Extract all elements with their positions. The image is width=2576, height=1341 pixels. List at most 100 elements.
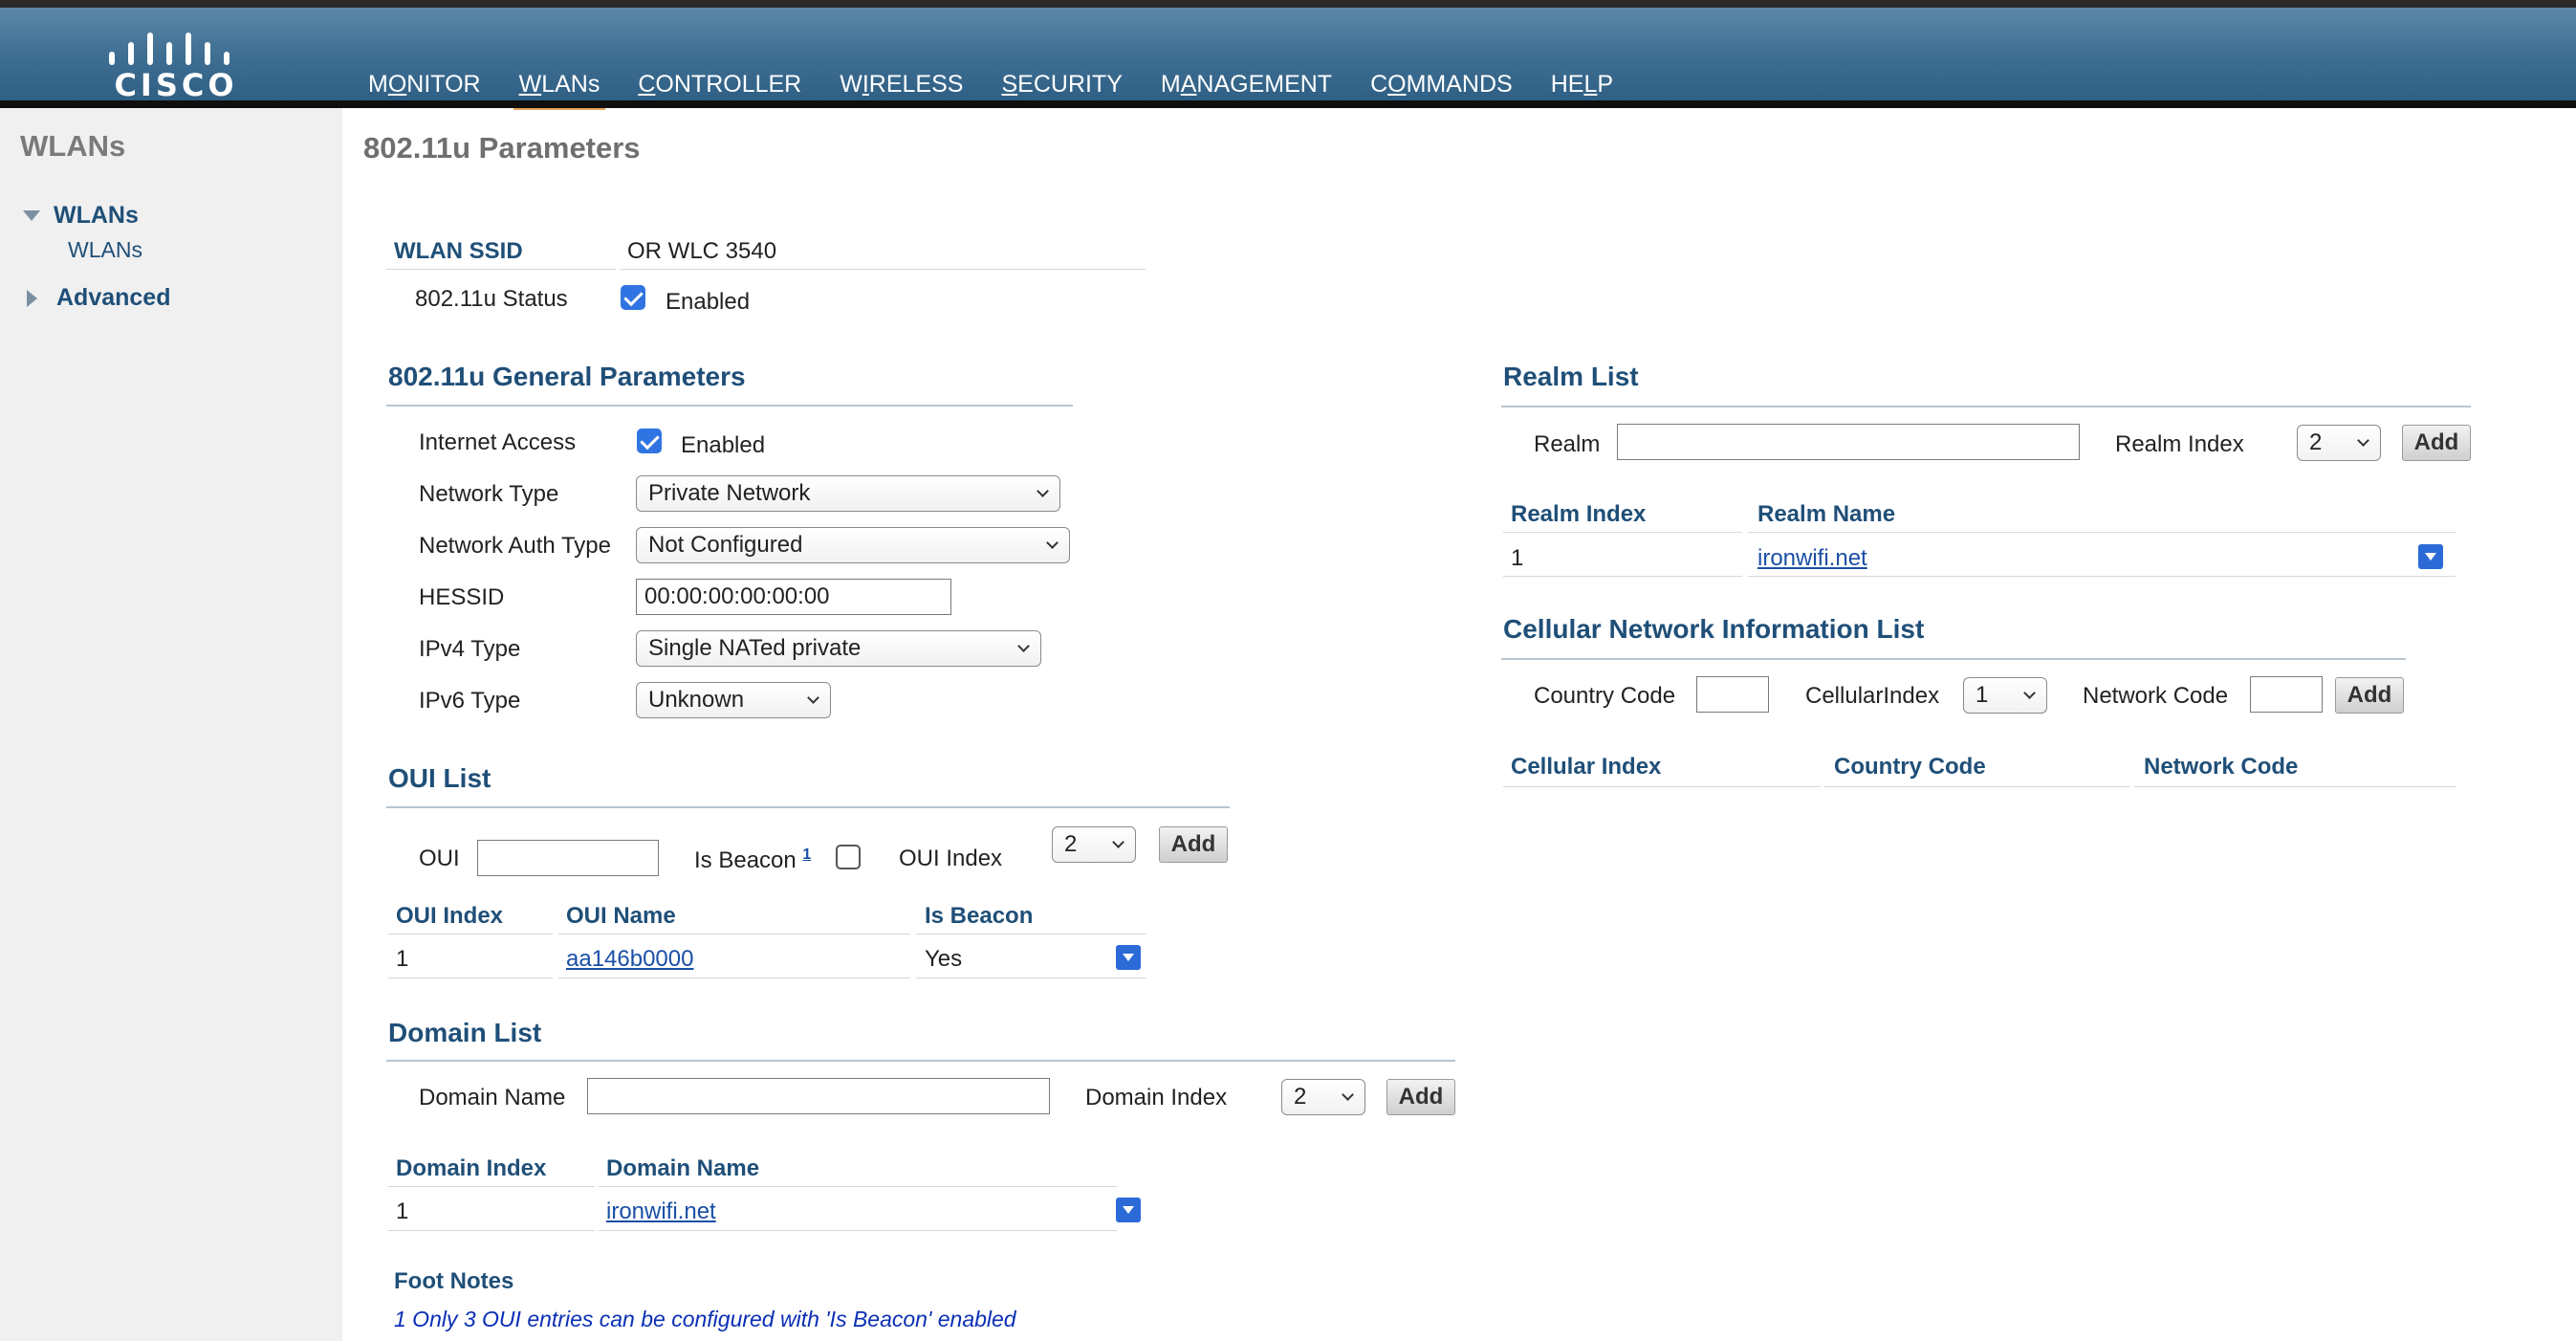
sidebar-group-advanced-label: Advanced [56,284,171,311]
row-dropdown-icon[interactable] [1116,1198,1141,1222]
ipv4-type-label: IPv4 Type [419,636,521,662]
realm-index-value: 2 [2309,429,2323,455]
realm-add-button[interactable]: Add [2402,425,2471,461]
top-strip [0,0,2576,8]
oui-add-button[interactable]: Add [1159,826,1228,863]
domain-header-rule-1 [388,1186,595,1187]
domain-header-rule-2 [599,1186,1117,1187]
chevron-down-icon [1037,485,1049,497]
status-checkbox[interactable] [621,285,645,310]
domain-add-button[interactable]: Add [1386,1079,1455,1115]
realm-row-rule-1 [1503,576,1742,577]
country-code-label: Country Code [1534,683,1676,709]
chevron-down-icon [1342,1088,1354,1101]
oui-index-select[interactable]: 2 [1052,826,1136,863]
chevron-down-icon [1112,836,1124,848]
oui-section-title: OUI List [388,763,491,793]
nav-commands[interactable]: COMMANDS [1351,65,1532,103]
realm-col-name: Realm Name [1757,501,1896,527]
realm-section-title: Realm List [1503,362,1639,391]
ipv6-type-select[interactable]: Unknown [636,682,831,718]
realm-index-select[interactable]: 2 [2297,425,2381,461]
nav-help-label: HELP [1550,71,1614,98]
general-rule [386,405,1073,407]
network-auth-value: Not Configured [648,532,803,558]
cellular-col-network: Network Code [2144,754,2299,780]
cellular-section-title: Cellular Network Information List [1503,614,1925,644]
oui-col-index: OUI Index [396,903,504,929]
wlan-ssid-label: WLAN SSID [394,238,523,264]
nav-wlans-label: WLANs [518,71,600,98]
oui-input[interactable] [477,840,659,876]
oui-col-name: OUI Name [566,903,676,929]
ssid-rule-2 [620,269,1146,270]
nav-security[interactable]: SECURITY [982,65,1141,103]
network-code-label: Network Code [2083,683,2229,709]
sidebar-item-wlans[interactable]: WLANs [68,237,142,263]
domain-rule [386,1060,1455,1062]
ipv6-type-label: IPv6 Type [419,688,521,714]
nav-wireless[interactable]: WIRELESS [820,65,982,103]
ipv4-type-value: Single NATed private [648,635,862,661]
cellular-add-button[interactable]: Add [2335,677,2404,714]
realm-index-label: Realm Index [2115,431,2244,457]
wlan-ssid-value: OR WLC 3540 [627,238,777,264]
realm-row-index: 1 [1511,545,1524,571]
footnote-1: 1 Only 3 OUI entries can be configured w… [394,1307,1016,1331]
domain-name-input[interactable] [587,1078,1050,1114]
ipv4-type-select[interactable]: Single NATed private [636,630,1041,667]
domain-index-select[interactable]: 2 [1281,1079,1365,1115]
row-dropdown-icon[interactable] [2418,544,2443,569]
domain-index-label: Domain Index [1085,1085,1228,1110]
oui-row-beacon: Yes [925,946,963,972]
nav-controller[interactable]: CONTROLLER [619,65,820,103]
network-type-select[interactable]: Private Network [636,475,1060,512]
sidebar-title: WLANs [20,129,126,163]
cisco-bars-icon [109,25,243,65]
footnote-ref-link[interactable]: 1 [802,846,811,863]
hessid-value: 00:00:00:00:00:00 [644,583,830,609]
is-beacon-checkbox[interactable] [836,845,861,869]
chevron-down-icon [2357,434,2369,447]
row-dropdown-icon[interactable] [1116,945,1141,970]
realm-input[interactable] [1617,424,2080,460]
sidebar-group-wlans[interactable]: WLANs [23,202,139,230]
ipv6-type-value: Unknown [648,687,745,713]
sidebar: WLANs WLANs WLANs Advanced [0,108,342,1341]
is-beacon-label-text: Is Beacon [694,847,797,873]
nav-monitor-label: MONITOR [368,71,481,98]
domain-row-name-link[interactable]: ironwifi.net [606,1198,716,1225]
status-label: 802.11u Status [415,286,568,312]
realm-row-name-link[interactable]: ironwifi.net [1757,545,1867,572]
sidebar-group-advanced[interactable]: Advanced [23,284,170,312]
chevron-down-icon [1046,537,1059,549]
chevron-down-icon [807,692,819,704]
nav-wlans[interactable]: WLANs [500,65,620,110]
nav-wireless-label: WIRELESS [840,71,964,98]
is-beacon-label: Is Beacon 1 [694,846,811,874]
realm-col-index: Realm Index [1511,501,1647,527]
domain-section-title: Domain List [388,1018,542,1047]
realm-rule [1501,406,2471,407]
country-code-input[interactable] [1696,676,1769,713]
oui-index-value: 2 [1064,831,1078,857]
cellular-index-select[interactable]: 1 [1963,677,2047,714]
domain-index-value: 2 [1294,1084,1307,1110]
network-auth-select[interactable]: Not Configured [636,527,1070,563]
realm-header-rule-1 [1503,532,1742,533]
oui-index-label: OUI Index [899,846,1003,871]
network-code-input[interactable] [2250,676,2323,713]
internet-access-label: Internet Access [419,429,577,455]
nav-management[interactable]: MANAGEMENT [1142,65,1351,103]
nav-monitor[interactable]: MONITOR [349,65,500,103]
hessid-input[interactable]: 00:00:00:00:00:00 [636,579,951,615]
chevron-down-icon [2023,687,2036,699]
cellular-header-rule-1 [1503,786,1821,787]
cisco-logo[interactable]: CISCO [101,25,245,103]
logo-text: CISCO [114,67,238,103]
nav-help[interactable]: HELP [1532,65,1632,103]
internet-access-checkbox[interactable] [637,429,662,453]
main-nav: MONITOR WLANs CONTROLLER WIRELESS SECURI… [349,65,1632,110]
nav-commands-label: COMMANDS [1370,71,1513,98]
oui-row-name-link[interactable]: aa146b0000 [566,946,693,973]
